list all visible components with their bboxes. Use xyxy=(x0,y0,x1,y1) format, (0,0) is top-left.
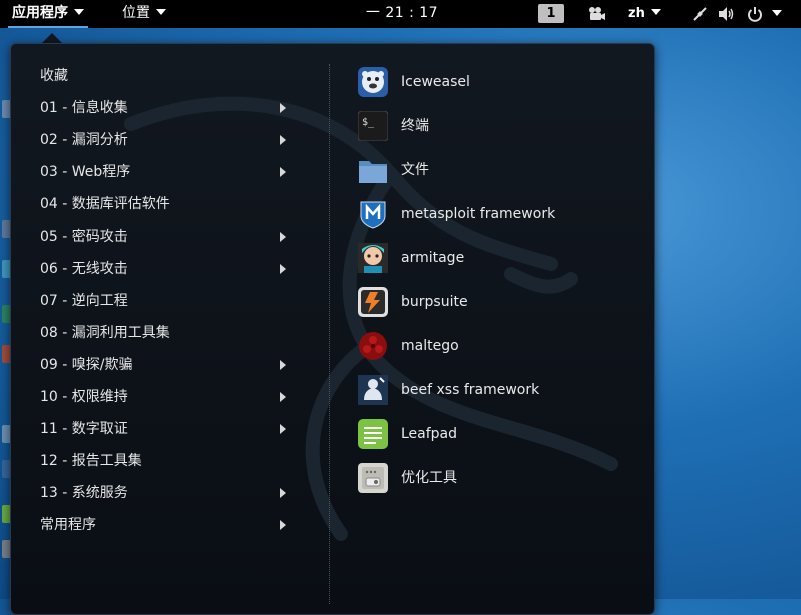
input-method-button[interactable]: zh xyxy=(628,0,661,28)
volume-icon[interactable] xyxy=(718,6,736,26)
submenu-arrow-icon xyxy=(280,424,286,435)
menu-divider xyxy=(329,64,330,604)
workspace-indicator[interactable]: 1 xyxy=(538,4,564,23)
app-label: maltego xyxy=(401,338,459,354)
category-item[interactable]: 08 - 漏洞利用工具集 xyxy=(40,320,290,346)
chevron-down-icon[interactable] xyxy=(772,6,782,22)
category-item[interactable]: 12 - 报告工具集 xyxy=(40,448,290,474)
top-panel: 应用程序 位置 一 21 : 17 1 zh xyxy=(0,0,801,28)
applications-menu-button[interactable]: 应用程序 xyxy=(6,0,90,28)
app-launcher-item[interactable]: beef xss framework xyxy=(358,372,638,408)
category-item[interactable]: 02 - 漏洞分析 xyxy=(40,127,290,153)
applications-menu: 收藏 01 - 信息收集 02 - 漏洞分析 03 - Web程序 04 - 数据库评估… xyxy=(10,43,655,615)
places-menu-label: 位置 xyxy=(122,5,150,21)
app-launcher-item[interactable]: Iceweasel xyxy=(358,64,638,100)
category-item[interactable]: 01 - 信息收集 xyxy=(40,95,290,121)
category-label: 12 - 报告工具集 xyxy=(40,453,142,470)
applications-menu-label: 应用程序 xyxy=(12,5,68,21)
chevron-down-icon xyxy=(74,9,84,15)
category-label: 收藏 xyxy=(40,68,68,84)
submenu-arrow-icon xyxy=(280,359,286,370)
network-disconnected-icon[interactable] xyxy=(692,6,708,26)
category-item[interactable]: 04 - 数据库评估软件 xyxy=(40,191,290,217)
app-launcher-item[interactable]: maltego xyxy=(358,328,638,364)
submenu-arrow-icon xyxy=(280,520,286,531)
tweak-tool-icon xyxy=(358,463,388,493)
submenu-arrow-icon xyxy=(280,488,286,499)
category-item[interactable]: 常用程序 xyxy=(40,512,290,538)
app-label: 终端 xyxy=(401,118,429,134)
submenu-arrow-icon xyxy=(280,231,286,242)
submenu-arrow-icon xyxy=(280,392,286,402)
app-label: 优化工具 xyxy=(401,470,457,486)
app-launcher-item[interactable]: burpsuite xyxy=(358,284,638,320)
submenu-arrow-icon xyxy=(280,103,286,114)
category-label: 常用程序 xyxy=(40,517,96,534)
category-label: 04 - 数据库评估软件 xyxy=(40,196,170,213)
chevron-down-icon xyxy=(650,9,661,15)
armitage-icon xyxy=(358,243,388,273)
category-label: 13 - 系统服务 xyxy=(40,485,128,502)
category-label: 07 - 逆向工程 xyxy=(40,292,128,309)
category-item[interactable]: 13 - 系统服务 xyxy=(40,480,290,506)
category-label: 02 - 漏洞分析 xyxy=(40,132,128,149)
category-item[interactable]: 11 - 数字取证 xyxy=(40,416,290,442)
category-item[interactable]: 05 - 密码攻击 xyxy=(40,224,290,250)
beef-icon xyxy=(358,375,388,405)
power-icon[interactable] xyxy=(747,6,763,26)
maltego-icon xyxy=(358,331,388,361)
category-item[interactable]: 收藏 xyxy=(40,63,290,89)
category-label: 05 - 密码攻击 xyxy=(40,228,128,245)
places-menu-button[interactable]: 位置 xyxy=(116,0,172,28)
category-label: 11 - 数字取证 xyxy=(40,421,128,438)
category-item[interactable]: 07 - 逆向工程 xyxy=(40,288,290,314)
category-label: 01 - 信息收集 xyxy=(40,100,128,117)
app-label: Leafpad xyxy=(401,426,458,442)
submenu-arrow-icon xyxy=(280,263,286,274)
category-item[interactable]: 06 - 无线攻击 xyxy=(40,256,290,282)
category-item[interactable]: 09 - 嗅探/欺骗 xyxy=(40,352,290,378)
app-launcher-item[interactable]: metasploit framework xyxy=(358,196,638,232)
app-label: beef xss framework xyxy=(401,382,540,398)
submenu-arrow-icon xyxy=(280,167,286,178)
iceweasel-icon xyxy=(358,67,388,97)
category-label: 09 - 嗅探/欺骗 xyxy=(40,356,133,373)
app-label: metasploit framework xyxy=(401,206,556,222)
burpsuite-icon xyxy=(358,287,388,317)
category-label: 03 - Web程序 xyxy=(40,164,131,181)
app-label: Iceweasel xyxy=(401,74,470,90)
app-label: burpsuite xyxy=(401,294,468,310)
menu-pointer xyxy=(42,33,62,43)
chevron-down-icon xyxy=(156,9,166,15)
category-label: 10 - 权限维持 xyxy=(40,389,128,405)
app-launcher-item[interactable]: Leafpad xyxy=(358,416,638,452)
camera-icon[interactable] xyxy=(588,6,606,26)
terminal-icon: $_ xyxy=(357,110,389,142)
category-item[interactable]: 03 - Web程序 xyxy=(40,159,290,185)
category-label: 08 - 漏洞利用工具集 xyxy=(40,324,170,341)
leafpad-icon xyxy=(358,419,388,449)
app-label: armitage xyxy=(401,250,465,266)
category-label: 06 - 无线攻击 xyxy=(40,260,128,277)
category-item[interactable]: 10 - 权限维持 xyxy=(40,384,290,410)
app-launcher-item[interactable]: armitage xyxy=(358,240,638,276)
clock[interactable]: 一 21 : 17 xyxy=(364,0,440,28)
metasploit-icon xyxy=(358,199,388,229)
app-launcher-item[interactable]: 优化工具 xyxy=(358,460,638,496)
submenu-arrow-icon xyxy=(280,135,286,146)
app-launcher-item[interactable]: $_ 终端 xyxy=(357,108,638,144)
folder-icon xyxy=(358,155,388,185)
input-method-label: zh xyxy=(628,6,645,21)
app-launcher-item[interactable]: 文件 xyxy=(358,152,638,188)
svg-text:$_: $_ xyxy=(362,117,375,128)
app-label: 文件 xyxy=(401,162,429,178)
